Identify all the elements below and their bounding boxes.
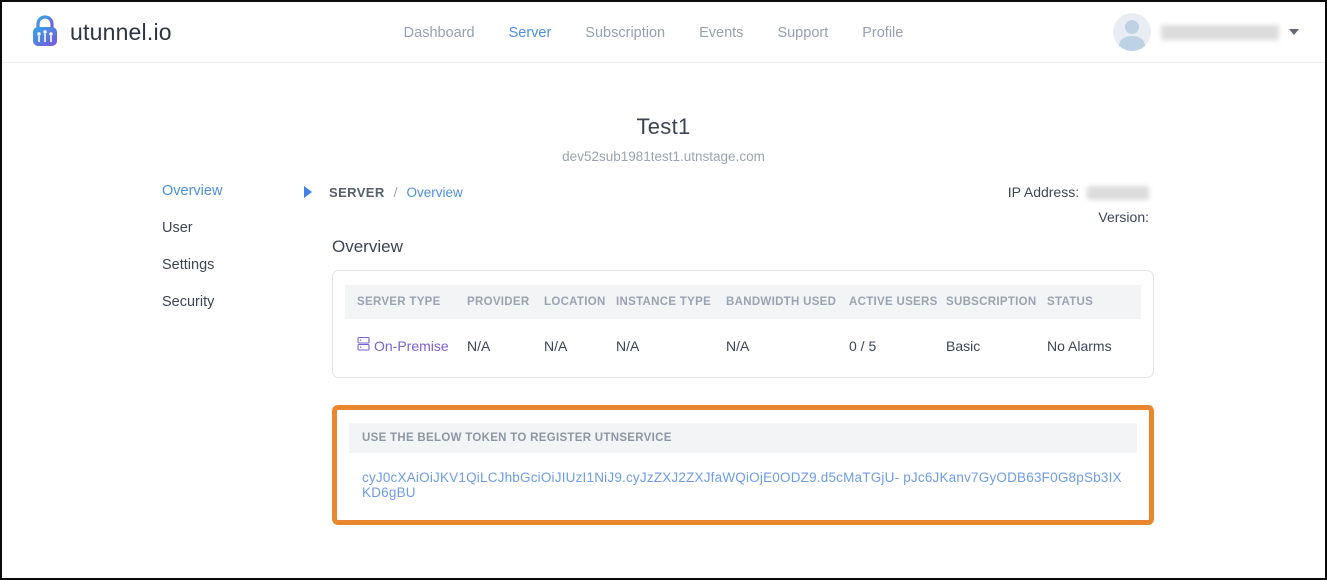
col-active-users: ACTIVE USERS (837, 285, 934, 319)
page-header: Test1 dev52sub1981test1.utnstage.com (2, 114, 1325, 164)
nav-support[interactable]: Support (777, 25, 828, 41)
instance-type-value: N/A (604, 319, 714, 365)
subscription-value: Basic (934, 319, 1035, 365)
page-title: Test1 (2, 114, 1325, 140)
token-instruction-label: USE THE BELOW TOKEN TO REGISTER UTNSERVI… (349, 423, 1137, 453)
table-header-row: SERVER TYPE PROVIDER LOCATION INSTANCE T… (345, 285, 1141, 319)
padlock-logo-icon (28, 12, 62, 53)
col-provider: PROVIDER (455, 285, 532, 319)
user-menu[interactable] (1113, 13, 1299, 51)
brand-logo[interactable]: utunnel.io (28, 12, 172, 53)
version-label: Version: (1098, 209, 1149, 225)
breadcrumb-section: SERVER (329, 185, 385, 200)
username-redacted (1161, 25, 1279, 40)
overview-heading: Overview (332, 237, 1154, 257)
breadcrumb-current[interactable]: Overview (407, 185, 463, 200)
server-hostname: dev52sub1981test1.utnstage.com (2, 149, 1325, 164)
location-value: N/A (532, 319, 604, 365)
active-users-value: 0 / 5 (837, 319, 934, 365)
nav-events[interactable]: Events (699, 25, 743, 41)
sidebar-item-settings[interactable]: Settings (162, 257, 292, 273)
token-register-card: USE THE BELOW TOKEN TO REGISTER UTNSERVI… (332, 405, 1154, 525)
sidebar: Overview User Settings Security (162, 183, 292, 331)
chevron-down-icon (1289, 29, 1299, 35)
breadcrumb-arrow-icon (304, 186, 312, 198)
server-rack-icon (357, 336, 370, 355)
nav-server[interactable]: Server (509, 25, 552, 41)
app-window: utunnel.io Dashboard Server Subscription… (0, 0, 1327, 580)
sidebar-item-security[interactable]: Security (162, 294, 292, 310)
provider-value: N/A (455, 319, 532, 365)
main-nav: Dashboard Server Subscription Events Sup… (404, 2, 904, 63)
sidebar-item-overview[interactable]: Overview (162, 183, 292, 199)
bandwidth-used-value: N/A (714, 319, 837, 365)
top-navbar: utunnel.io Dashboard Server Subscription… (2, 2, 1325, 63)
col-server-type: SERVER TYPE (345, 285, 455, 319)
brand-name: utunnel.io (70, 19, 172, 46)
server-overview-table: SERVER TYPE PROVIDER LOCATION INSTANCE T… (345, 285, 1141, 365)
breadcrumb: SERVER / Overview (304, 184, 463, 200)
col-bandwidth-used: BANDWIDTH USED (714, 285, 837, 319)
ip-address-redacted (1087, 186, 1149, 200)
server-type-cell[interactable]: On-Premise (357, 336, 443, 355)
nav-subscription[interactable]: Subscription (585, 25, 665, 41)
server-type-value: On-Premise (374, 338, 449, 354)
server-meta: IP Address: Version: (1008, 184, 1149, 234)
status-value: No Alarms (1035, 319, 1141, 365)
col-subscription: SUBSCRIPTION (934, 285, 1035, 319)
nav-dashboard[interactable]: Dashboard (404, 25, 475, 41)
nav-profile[interactable]: Profile (862, 25, 903, 41)
col-instance-type: INSTANCE TYPE (604, 285, 714, 319)
ip-address-row: IP Address: (1008, 184, 1149, 200)
server-overview-card: SERVER TYPE PROVIDER LOCATION INSTANCE T… (332, 270, 1154, 378)
breadcrumb-separator: / (394, 184, 398, 200)
registration-token[interactable]: cyJ0cXAiOiJKV1QiLCJhbGciOiJIUzI1NiJ9.cyJ… (362, 470, 1124, 500)
main-content: Overview SERVER TYPE PROVIDER LOCATION I… (332, 237, 1154, 525)
version-row: Version: (1008, 209, 1149, 225)
col-location: LOCATION (532, 285, 604, 319)
ip-address-label: IP Address: (1008, 184, 1079, 200)
table-row: On-Premise N/A N/A N/A N/A 0 / 5 Basic N… (345, 319, 1141, 365)
avatar (1113, 13, 1151, 51)
sidebar-item-user[interactable]: User (162, 220, 292, 236)
col-status: STATUS (1035, 285, 1141, 319)
